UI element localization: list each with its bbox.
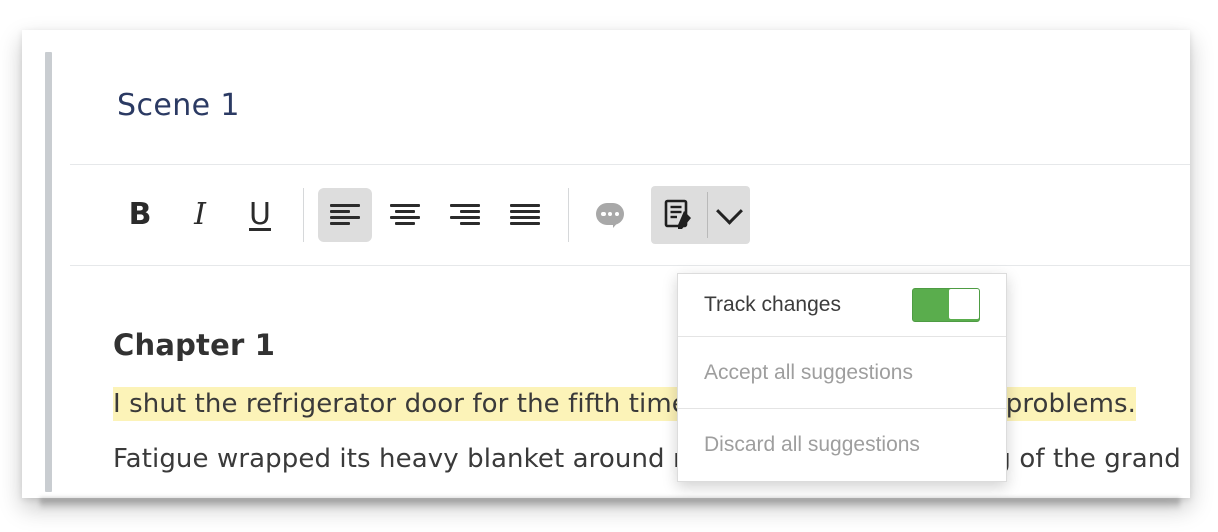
italic-icon: I (194, 197, 206, 232)
scene-title[interactable]: Scene 1 (117, 88, 240, 123)
track-changes-icon (664, 199, 691, 229)
track-changes-button[interactable] (651, 186, 707, 244)
menu-item-discard-all-label: Discard all suggestions (704, 433, 920, 456)
track-changes-menu: Track changes Accept all suggestions Dis… (677, 273, 1007, 482)
track-changes-dropdown-button[interactable] (708, 186, 750, 244)
menu-item-track-changes-label: Track changes (704, 293, 841, 316)
italic-button[interactable]: I (173, 188, 227, 242)
align-justify-icon (510, 204, 540, 226)
comment-bubble-icon (596, 203, 624, 228)
align-left-icon (330, 204, 360, 226)
align-justify-button[interactable] (498, 188, 552, 242)
align-left-button[interactable] (318, 188, 372, 242)
highlighted-paragraph: I shut the refrigerator door for the fif… (113, 387, 1190, 421)
chevron-down-icon (715, 197, 743, 225)
document-body[interactable]: Chapter 1 I shut the refrigerator door f… (70, 266, 1190, 498)
menu-item-accept-all-label: Accept all suggestions (704, 360, 913, 384)
track-changes-toggle[interactable] (912, 288, 980, 322)
menu-item-discard-all[interactable]: Discard all suggestions (678, 409, 1006, 481)
align-right-icon (450, 204, 480, 226)
align-right-button[interactable] (438, 188, 492, 242)
chapter-heading: Chapter 1 (113, 328, 276, 362)
toggle-knob (949, 289, 979, 319)
track-changes-split-button (651, 186, 750, 244)
toolbar-separator (303, 188, 304, 242)
bold-button[interactable]: B (113, 188, 167, 242)
panel-shadow (40, 498, 1180, 510)
align-center-button[interactable] (378, 188, 432, 242)
body-paragraph: Fatigue wrapped its heavy blanket around… (113, 444, 1181, 474)
editor-toolbar: B I U (70, 165, 1190, 266)
editor-panel: Scene 1 B I U Chapter 1 I shut the refri… (22, 30, 1190, 498)
left-rail-divider (45, 52, 52, 492)
bold-icon: B (128, 197, 152, 232)
underline-button[interactable]: U (233, 188, 287, 242)
align-center-icon (390, 204, 420, 226)
scene-title-bar: Scene 1 (70, 30, 1190, 165)
underline-icon: U (249, 197, 271, 232)
toolbar-separator-2 (568, 188, 569, 242)
menu-item-accept-all[interactable]: Accept all suggestions (678, 337, 1006, 409)
comment-button[interactable] (583, 188, 637, 242)
menu-item-track-changes[interactable]: Track changes (678, 274, 1006, 337)
